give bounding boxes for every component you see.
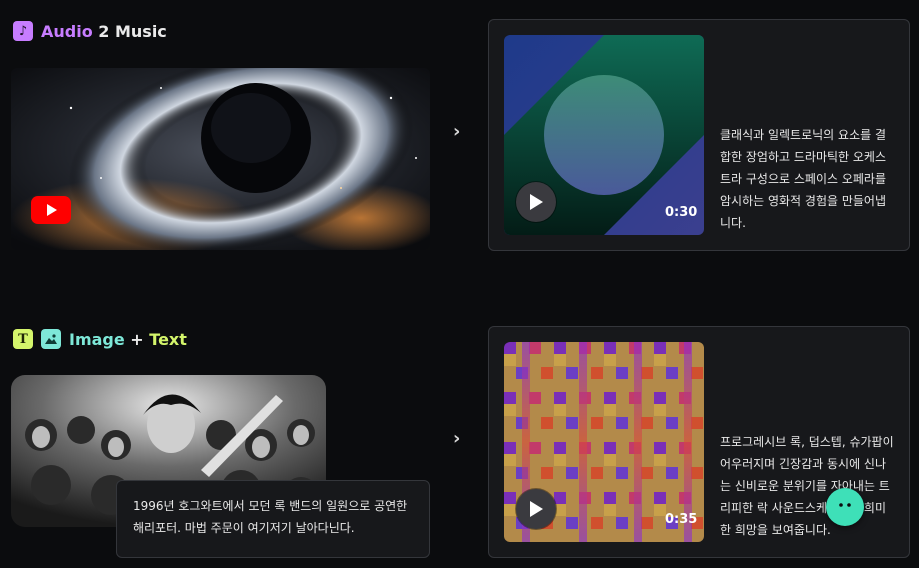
play-button[interactable] — [516, 489, 556, 529]
image-text-heading: T Image + Text — [13, 329, 187, 349]
chevron-right-icon: › — [453, 428, 461, 449]
youtube-icon[interactable] — [31, 196, 71, 224]
heading-2music-word: 2 Music — [92, 21, 167, 41]
source-video-thumbnail[interactable] — [11, 68, 430, 250]
image-icon — [41, 329, 61, 349]
play-button[interactable] — [516, 182, 556, 222]
text-icon: T — [13, 329, 33, 349]
heading-plus: + — [124, 329, 150, 349]
audio2music-heading: ♪ Audio 2 Music — [13, 21, 167, 41]
duration-label: 0:35 — [665, 512, 698, 527]
music-note-icon: ♪ — [13, 21, 33, 41]
result-description: 프로그레시브 록, 덥스텝, 슈가팝이 어우러지며 긴장감과 동시에 신나는 신… — [720, 435, 894, 537]
chat-bubble-icon — [839, 503, 851, 507]
duration-label: 0:30 — [665, 205, 698, 220]
chevron-right-icon: › — [453, 121, 461, 142]
play-icon — [530, 501, 543, 517]
heading-audio-word: Audio — [41, 21, 93, 41]
result-cover-art[interactable]: 0:30 — [504, 35, 704, 235]
heading-text-word: Text — [149, 329, 187, 349]
chat-button[interactable] — [826, 488, 864, 526]
play-icon — [530, 194, 543, 210]
result-cover-art[interactable]: 0:35 — [504, 342, 704, 542]
prompt-caption: 1996년 호그와트에서 모던 록 밴드의 일원으로 공연한 해리포터. 마법 … — [116, 480, 430, 558]
black-hole-image — [11, 68, 430, 250]
heading-image-word: Image — [69, 329, 125, 349]
result-description: 클래식과 일렉트로닉의 요소를 결합한 장엄하고 드라마틱한 오케스트라 구성으… — [720, 128, 887, 230]
